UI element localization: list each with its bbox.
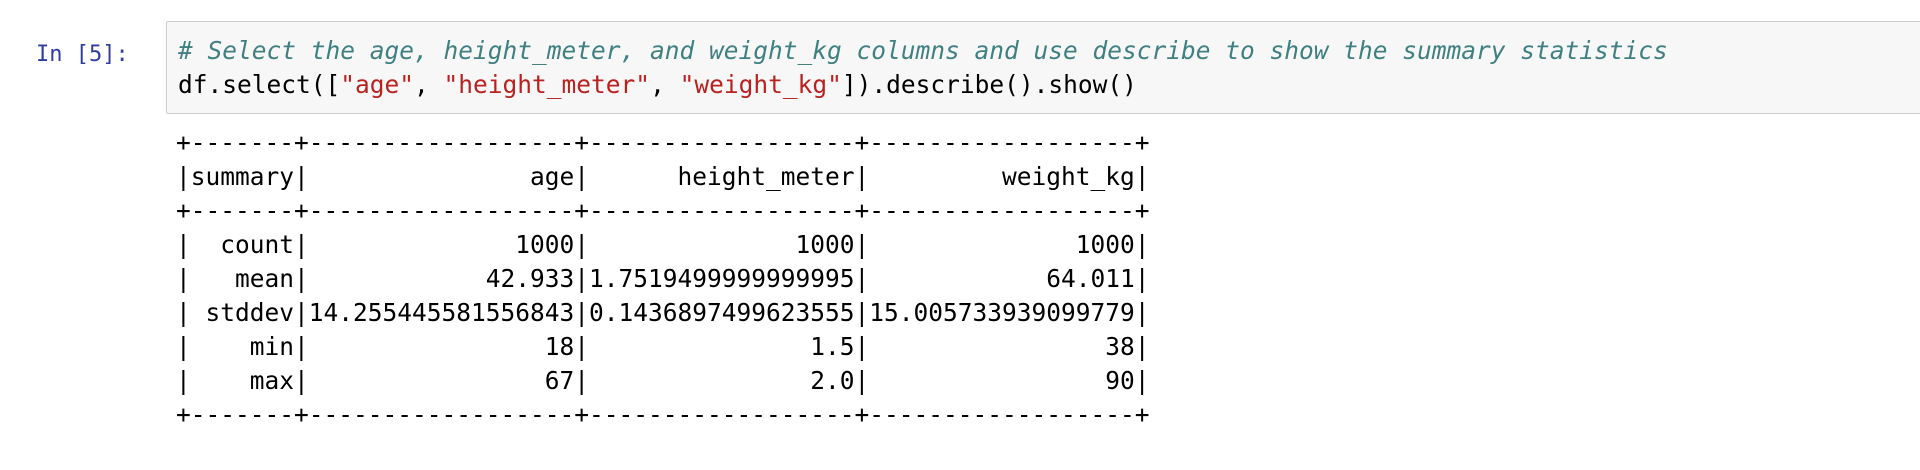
input-prompt: In [5]: [36,42,129,67]
code-statement-line: df.select(["age", "height_meter", "weigh… [178,68,1920,102]
notebook-cell: In [5]: # Select the age, height_meter, … [0,0,1920,470]
table-border-top: +-------+------------------+------------… [176,128,1150,157]
code-string-weight-kg: "weight_kg" [679,70,842,99]
code-separator: , [650,70,680,99]
table-row-max: | max| 67| 2.0| 90| [176,366,1150,395]
code-string-height-meter: "height_meter" [443,70,651,99]
table-row-stddev: | stddev|14.255445581556843|0.1436897499… [176,298,1150,327]
code-comment-line: # Select the age, height_meter, and weig… [178,36,1668,65]
table-border-bottom: +-------+------------------+------------… [176,400,1150,429]
table-border-header: +-------+------------------+------------… [176,196,1150,225]
code-separator: , [414,70,444,99]
table-row-count: | count| 1000| 1000| 1000| [176,230,1150,259]
code-input-area[interactable]: # Select the age, height_meter, and weig… [166,21,1920,114]
table-row-min: | min| 18| 1.5| 38| [176,332,1150,361]
table-row-mean: | mean| 42.933|1.7519499999999995| 64.01… [176,264,1150,293]
cell-output-area: +-------+------------------+------------… [176,126,1576,446]
code-string-age: "age" [340,70,415,99]
code-select-call: df.select([ [178,70,341,99]
code-describe-show-call: ]).describe().show() [841,70,1137,99]
table-header-row: |summary| age| height_meter| weight_kg| [176,162,1150,191]
